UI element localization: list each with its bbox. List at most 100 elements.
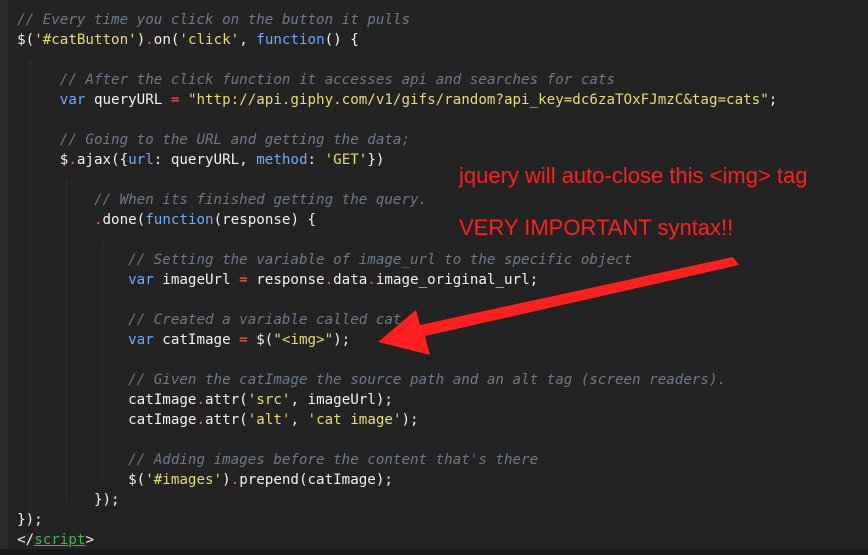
code-token: // After the click function it accesses … [59, 72, 616, 88]
code-token: var [128, 272, 154, 288]
code-token: catImage [128, 412, 197, 428]
editor-scrollbar[interactable] [0, 549, 868, 555]
code-token: () { [324, 32, 359, 48]
code-token: = [239, 332, 248, 348]
code-token: '#catButton' [34, 32, 137, 48]
code-token: , imageUrl); [290, 392, 393, 408]
code-token: catImage [153, 332, 240, 348]
code-token: imageUrl [153, 272, 240, 288]
code-token: ajax({ [76, 152, 129, 168]
code-token: 'alt' [247, 412, 291, 428]
code-token: : queryURL, [153, 152, 257, 168]
code-token: done( [102, 212, 146, 228]
code-line[interactable]: }); [0, 490, 777, 510]
code-editor[interactable]: // Every time you click on the button it… [0, 0, 868, 555]
code-token: 'click' [179, 32, 240, 48]
code-token: (response) { [213, 212, 317, 228]
code-token: attr( [205, 412, 248, 428]
code-line[interactable] [0, 290, 777, 310]
code-token: , [290, 412, 308, 428]
code-token: prepend(catImage); [239, 472, 393, 488]
code-line[interactable]: // Every time you click on the button it… [0, 10, 777, 30]
code-line[interactable]: $('#catButton').on('click', function() { [0, 30, 777, 50]
code-token: ) [136, 32, 146, 48]
code-token: . [230, 472, 240, 488]
code-content[interactable]: // Every time you click on the button it… [0, 10, 777, 550]
code-token: $( [17, 32, 35, 48]
code-line[interactable]: }); [0, 510, 777, 530]
code-token: url [128, 152, 154, 168]
code-token: . [196, 392, 206, 408]
code-line[interactable] [0, 430, 777, 450]
code-line[interactable]: var catImage = $("<img>"); [0, 330, 777, 350]
code-token: </ [17, 532, 35, 548]
annotation-auto-close-note: jquery will auto-close this <img> tag [459, 163, 808, 188]
code-line[interactable] [0, 350, 777, 370]
code-token: queryURL [85, 92, 171, 108]
code-token: data [333, 272, 368, 288]
code-token: // Going to the URL and getting the data… [59, 132, 411, 148]
code-token: . [145, 32, 154, 48]
code-token: // Setting the variable of image_url to … [128, 252, 633, 268]
code-token: on( [153, 32, 180, 48]
code-line[interactable]: // Setting the variable of image_url to … [0, 250, 777, 270]
code-token: : [307, 152, 325, 168]
code-line[interactable] [0, 110, 777, 130]
code-token: ; [768, 92, 778, 108]
code-token: 'GET' [324, 152, 368, 168]
code-line[interactable]: // Given the catImage the source path an… [0, 370, 777, 390]
code-token: 'cat image' [307, 412, 402, 428]
code-token: ) [222, 472, 231, 488]
code-line[interactable] [0, 50, 777, 70]
code-line[interactable]: var queryURL = "http://api.giphy.com/v1/… [0, 90, 778, 110]
code-token: . [68, 152, 77, 168]
code-token: }); [93, 492, 120, 508]
code-token: script [34, 532, 86, 548]
code-line[interactable]: $('#images').prepend(catImage); [0, 470, 777, 490]
code-token: . [196, 412, 206, 428]
code-token: ); [333, 332, 351, 348]
code-token: . [367, 272, 376, 288]
code-token: var [59, 92, 86, 108]
code-line[interactable]: // Going to the URL and getting the data… [0, 130, 777, 150]
code-token: var [128, 332, 154, 348]
code-line[interactable]: // After the click function it accesses … [0, 70, 777, 90]
code-token: response [247, 272, 325, 288]
code-token: // Every time you click on the button it… [17, 12, 411, 28]
code-token: attr( [205, 392, 248, 408]
code-token: // Adding images before the content that… [128, 452, 539, 468]
code-token: }) [367, 152, 385, 168]
code-line[interactable]: catImage.attr('alt', 'cat image'); [0, 410, 777, 430]
code-line[interactable]: </script> [0, 530, 777, 550]
code-token: // Given the catImage the source path an… [128, 372, 727, 388]
code-line[interactable]: // When its finished getting the query. [0, 190, 777, 210]
code-token: '#images' [145, 472, 223, 488]
code-line[interactable]: // Created a variable called cat i [0, 310, 777, 330]
code-token: function [145, 212, 214, 228]
code-line[interactable]: catImage.attr('src', imageUrl); [0, 390, 777, 410]
code-token: = [239, 272, 248, 288]
code-line[interactable]: // Adding images before the content that… [0, 450, 777, 470]
code-token: // Created a variable called cat i [128, 312, 419, 328]
code-token: $( [247, 332, 274, 348]
code-token: // When its finished getting the query. [93, 192, 428, 208]
code-line[interactable]: var imageUrl = response.data.image_origi… [0, 270, 777, 290]
code-token: catImage [128, 392, 197, 408]
